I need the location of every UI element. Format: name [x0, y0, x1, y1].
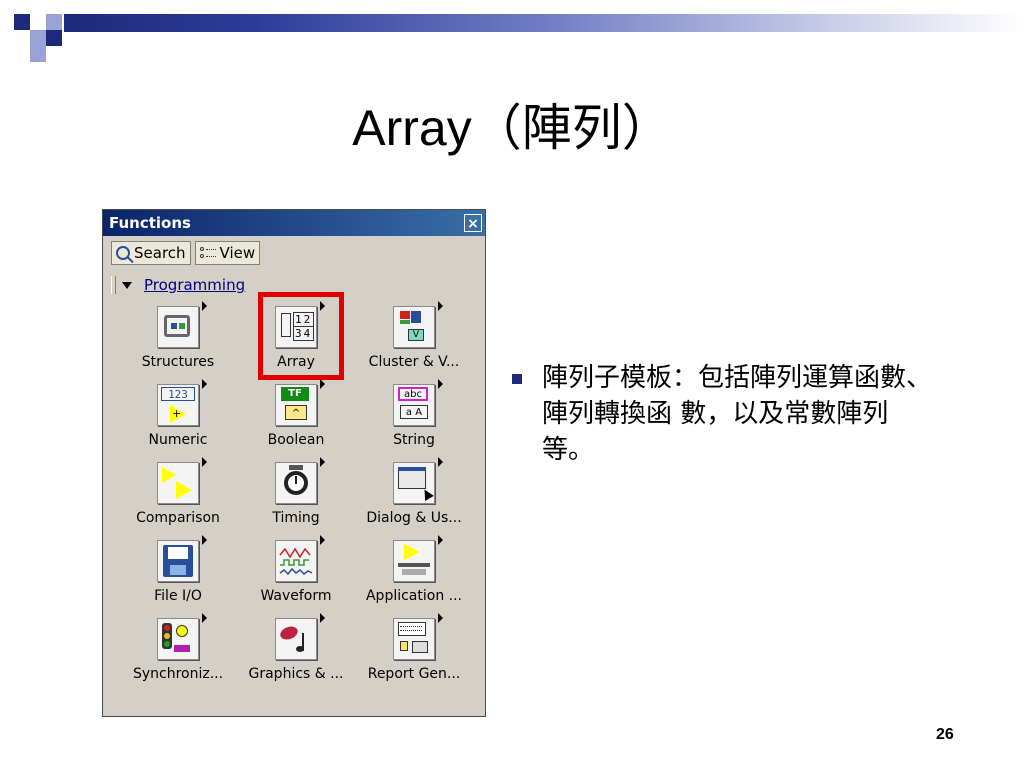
view-button[interactable]: View: [194, 241, 261, 265]
palette-item-label: Report Gen...: [367, 666, 461, 682]
timing-icon: [275, 457, 325, 504]
palette-item-synchronization[interactable]: Synchroniz...: [119, 612, 237, 690]
string-icon: abc a A: [393, 379, 443, 426]
bullet-text: 陣列子模板：包括陣列運算函數、陣列轉換函 數，以及常數陣列等。: [542, 363, 933, 465]
collapse-arrow-icon[interactable]: [122, 281, 132, 289]
palette-item-label: Cluster & V...: [368, 354, 460, 370]
boolean-tf-text: TF: [281, 387, 309, 401]
slide-title: Array（陣列）: [352, 100, 672, 156]
cluster-icon: V: [393, 301, 443, 348]
palette-item-waveform[interactable]: Waveform: [237, 534, 355, 612]
palette-item-label: Boolean: [267, 432, 325, 448]
boolean-icon: TF ^: [275, 379, 325, 426]
palette-item-label: File I/O: [154, 588, 202, 604]
palette-item-report-gen[interactable]: Report Gen...: [355, 612, 473, 690]
bullet-square-icon: [512, 374, 522, 384]
synchronization-icon: [157, 613, 207, 660]
palette-item-string[interactable]: abc a A String: [355, 378, 473, 456]
grip-handle-icon[interactable]: [111, 276, 116, 294]
header-square: [30, 46, 46, 62]
palette-title: Functions: [109, 214, 191, 232]
functions-palette-window[interactable]: Functions × Search View Programming Stru…: [102, 209, 486, 717]
file-io-icon: [157, 535, 207, 582]
waveform-icon: [275, 535, 325, 582]
search-button-label: Search: [134, 244, 186, 262]
comparison-icon: [157, 457, 207, 504]
palette-item-label: String: [393, 432, 435, 448]
header-square: [14, 14, 30, 30]
palette-item-timing[interactable]: Timing: [237, 456, 355, 534]
palette-item-label: Timing: [272, 510, 320, 526]
page-number: 26: [936, 726, 954, 743]
report-gen-icon: [393, 613, 443, 660]
palette-item-label: Numeric: [148, 432, 208, 448]
search-icon: [116, 246, 130, 260]
palette-toolbar: Search View: [111, 241, 261, 267]
palette-title-bar[interactable]: Functions ×: [103, 210, 485, 236]
header-square: [46, 30, 62, 46]
graphics-icon: [275, 613, 325, 660]
header-square: [46, 14, 62, 30]
numeric-digits-text: 123: [161, 387, 195, 401]
palette-item-cluster[interactable]: V Cluster & V...: [355, 300, 473, 378]
dialog-icon: [393, 457, 443, 504]
palette-item-label: Graphics & ...: [248, 666, 344, 682]
application-icon: [393, 535, 443, 582]
palette-item-label: Synchroniz...: [132, 666, 224, 682]
numeric-icon: 123 +: [157, 379, 207, 426]
search-button[interactable]: Search: [111, 241, 191, 265]
palette-item-application[interactable]: Application ...: [355, 534, 473, 612]
close-icon[interactable]: ×: [464, 214, 482, 232]
header-square: [30, 14, 46, 30]
view-list-icon: [199, 246, 216, 260]
palette-item-label: Structures: [141, 354, 215, 370]
category-header[interactable]: Programming: [111, 274, 245, 296]
palette-item-graphics[interactable]: Graphics & ...: [237, 612, 355, 690]
palette-item-comparison[interactable]: Comparison: [119, 456, 237, 534]
palette-item-label: Comparison: [136, 510, 220, 526]
palette-item-label: Application ...: [365, 588, 463, 604]
header-gradient-bar: [64, 14, 1024, 32]
category-label[interactable]: Programming: [144, 276, 245, 294]
palette-item-label: Dialog & Us...: [366, 510, 462, 526]
palette-item-numeric[interactable]: 123 + Numeric: [119, 378, 237, 456]
view-button-label: View: [219, 244, 256, 262]
palette-item-structures[interactable]: Structures: [119, 300, 237, 378]
string-abc-text: abc: [398, 387, 428, 401]
palette-item-dialog[interactable]: Dialog & Us...: [355, 456, 473, 534]
structures-icon: [157, 301, 207, 348]
header-square: [30, 30, 46, 46]
palette-item-boolean[interactable]: TF ^ Boolean: [237, 378, 355, 456]
palette-item-label: Waveform: [260, 588, 332, 604]
palette-item-file-io[interactable]: File I/O: [119, 534, 237, 612]
array-highlight-box: [258, 292, 344, 380]
